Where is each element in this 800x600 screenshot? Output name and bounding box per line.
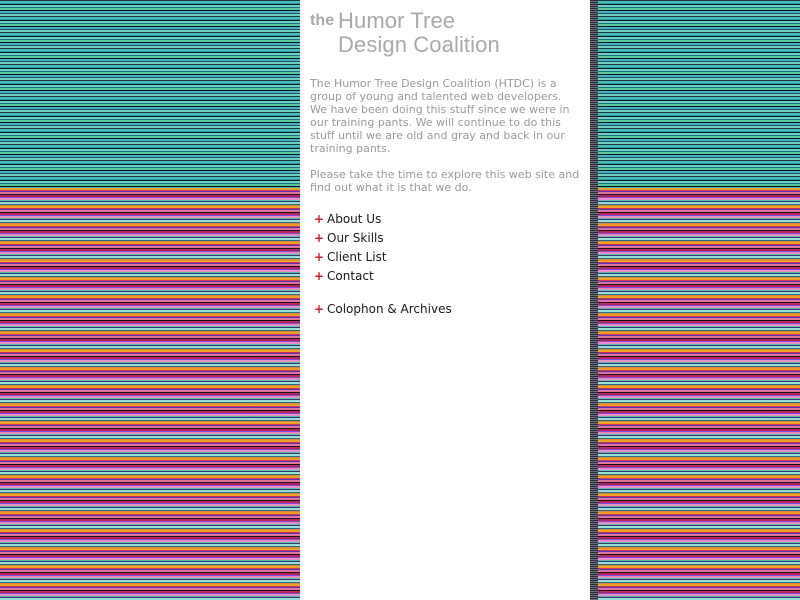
intro-paragraph-1: The Humor Tree Design Coalition (HTDC) i… — [310, 77, 570, 155]
logo-name-line2: Design Coalition — [338, 32, 500, 57]
nav-item-label[interactable]: Contact — [327, 267, 374, 286]
plus-icon: + — [314, 212, 325, 226]
nav-item-about-us[interactable]: + About Us — [314, 210, 387, 229]
left-stripe-background — [0, 0, 300, 600]
plus-icon: + — [314, 269, 325, 283]
nav-item-label[interactable]: About Us — [327, 210, 381, 229]
logo-the: the — [310, 12, 335, 29]
plus-icon: + — [314, 250, 325, 264]
intro-paragraph-2: Please take the time to explore this web… — [310, 168, 580, 194]
nav-item-client-list[interactable]: + Client List — [314, 248, 387, 267]
logo-name-line1: Humor Tree — [338, 8, 456, 33]
secondary-nav: + Colophon & Archives — [314, 300, 452, 319]
nav-item-our-skills[interactable]: + Our Skills — [314, 229, 387, 248]
nav-item-label[interactable]: Client List — [327, 248, 387, 267]
primary-nav: + About Us + Our Skills + Client List + … — [314, 210, 387, 286]
main-content-column: the Humor Tree Design Coalition The Humo… — [300, 0, 590, 600]
nav-item-label[interactable]: Colophon & Archives — [327, 300, 452, 319]
plus-icon: + — [314, 302, 325, 316]
right-divider-strip — [590, 0, 598, 600]
right-stripe-background — [598, 0, 800, 600]
nav-item-colophon-archives[interactable]: + Colophon & Archives — [314, 300, 452, 319]
nav-item-label[interactable]: Our Skills — [327, 229, 384, 248]
nav-item-contact[interactable]: + Contact — [314, 267, 387, 286]
plus-icon: + — [314, 231, 325, 245]
